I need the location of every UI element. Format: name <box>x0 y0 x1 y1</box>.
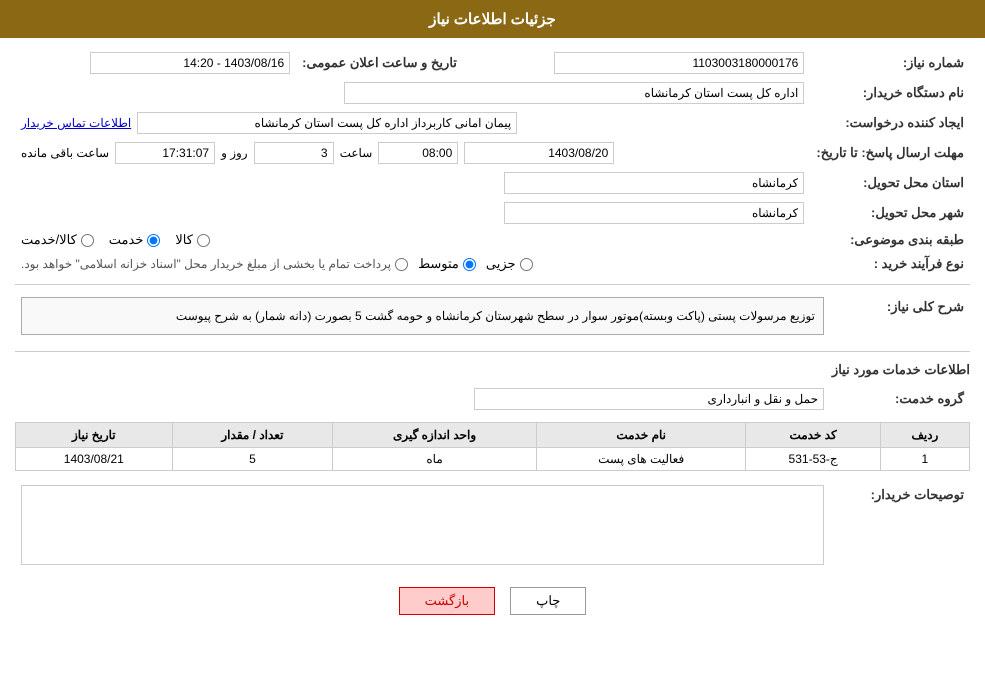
col-code: کد خدمت <box>746 423 880 448</box>
province-input[interactable] <box>504 172 804 194</box>
city-label: شهر محل تحویل: <box>810 198 970 228</box>
table-cell-code: ج-53-531 <box>746 448 880 471</box>
description-cell: توزیع مرسولات پستی (پاکت وبسته)موتور سوا… <box>15 293 830 343</box>
table-row: 1ج-53-531فعالیت های پستماه51403/08/21 <box>16 448 970 471</box>
table-cell-unit: ماه <box>333 448 537 471</box>
services-table: ردیف کد خدمت نام خدمت واحد اندازه گیری ت… <box>15 422 970 471</box>
creator-label: ایجاد کننده درخواست: <box>810 108 970 138</box>
buyer-org-label: نام دستگاه خریدار: <box>810 78 970 108</box>
page-header: جزئیات اطلاعات نیاز <box>0 0 985 38</box>
col-unit: واحد اندازه گیری <box>333 423 537 448</box>
creator-cell: اطلاعات تماس خریدار <box>15 108 810 138</box>
process-esnad: پرداخت تمام یا بخشی از مبلغ خریدار محل "… <box>21 257 408 271</box>
buyer-notes-cell <box>15 481 830 572</box>
service-group-table: گروه خدمت: <box>15 384 970 414</box>
deadline-remain-input[interactable] <box>115 142 215 164</box>
category-kala-khedmat: کالا/خدمت <box>21 232 94 248</box>
category-cell: کالا/خدمت خدمت کالا <box>15 228 810 252</box>
process-radio-motavasset[interactable] <box>463 258 476 271</box>
print-button[interactable]: چاپ <box>510 587 586 615</box>
process-jozi: جزیی <box>486 256 533 272</box>
col-row: ردیف <box>880 423 969 448</box>
divider-2 <box>15 351 970 352</box>
announce-date-cell <box>15 48 296 78</box>
announce-date-input[interactable] <box>90 52 290 74</box>
deadline-days-label: روز و <box>221 146 248 160</box>
deadline-cell: ساعت باقی مانده روز و ساعت <box>15 138 810 168</box>
need-number-cell <box>463 48 810 78</box>
table-cell-date: 1403/08/21 <box>16 448 173 471</box>
province-cell <box>15 168 810 198</box>
table-cell-qty: 5 <box>172 448 333 471</box>
service-group-input[interactable] <box>474 388 824 410</box>
announce-date-label: تاریخ و ساعت اعلان عمومی: <box>296 48 463 78</box>
info-table: شماره نیاز: تاریخ و ساعت اعلان عمومی: نا… <box>15 48 970 276</box>
category-radio-kala-khedmat[interactable] <box>81 234 94 247</box>
province-label: استان محل تحویل: <box>810 168 970 198</box>
deadline-label: مهلت ارسال پاسخ: تا تاریخ: <box>810 138 970 168</box>
description-label: شرح کلی نیاز: <box>830 293 970 343</box>
deadline-date-input[interactable] <box>464 142 614 164</box>
back-button[interactable]: بازگشت <box>399 587 495 615</box>
need-number-label: شماره نیاز: <box>810 48 970 78</box>
creator-input[interactable] <box>137 112 517 134</box>
page-wrapper: جزئیات اطلاعات نیاز شماره نیاز: تاریخ و … <box>0 0 985 691</box>
category-radio-kala[interactable] <box>197 234 210 247</box>
buyer-notes-textarea[interactable] <box>21 485 824 565</box>
buyer-notes-label: توصیحات خریدار: <box>830 481 970 572</box>
description-box: توزیع مرسولات پستی (پاکت وبسته)موتور سوا… <box>21 297 824 335</box>
deadline-time-input[interactable] <box>378 142 458 164</box>
col-qty: تعداد / مقدار <box>172 423 333 448</box>
category-kala: کالا <box>175 232 210 248</box>
process-radio-esnad[interactable] <box>395 258 408 271</box>
buyer-org-cell <box>15 78 810 108</box>
page-title: جزئیات اطلاعات نیاز <box>429 11 556 28</box>
table-cell-row: 1 <box>880 448 969 471</box>
buyer-notes-table: توصیحات خریدار: <box>15 481 970 572</box>
process-radio-jozi[interactable] <box>520 258 533 271</box>
process-motavasset: متوسط <box>418 256 476 272</box>
category-label: طبقه بندی موضوعی: <box>810 228 970 252</box>
city-cell <box>15 198 810 228</box>
process-label: نوع فرآیند خرید : <box>810 252 970 276</box>
buyer-org-input[interactable] <box>344 82 804 104</box>
service-group-cell <box>15 384 830 414</box>
table-cell-name: فعالیت های پست <box>536 448 746 471</box>
creator-link[interactable]: اطلاعات تماس خریدار <box>21 116 131 130</box>
need-number-input[interactable] <box>554 52 804 74</box>
deadline-days-input[interactable] <box>254 142 334 164</box>
bottom-buttons: چاپ بازگشت <box>15 587 970 615</box>
service-info-title: اطلاعات خدمات مورد نیاز <box>15 362 970 378</box>
deadline-remain-label: ساعت باقی مانده <box>21 146 109 160</box>
process-cell: پرداخت تمام یا بخشی از مبلغ خریدار محل "… <box>15 252 810 276</box>
category-khedmat: خدمت <box>109 232 161 248</box>
deadline-time-label: ساعت <box>340 146 373 160</box>
category-radio-khedmat[interactable] <box>147 234 160 247</box>
service-group-label: گروه خدمت: <box>830 384 970 414</box>
col-name: نام خدمت <box>536 423 746 448</box>
col-date: تاریخ نیاز <box>16 423 173 448</box>
divider-1 <box>15 284 970 285</box>
description-table: شرح کلی نیاز: توزیع مرسولات پستی (پاکت و… <box>15 293 970 343</box>
city-input[interactable] <box>504 202 804 224</box>
